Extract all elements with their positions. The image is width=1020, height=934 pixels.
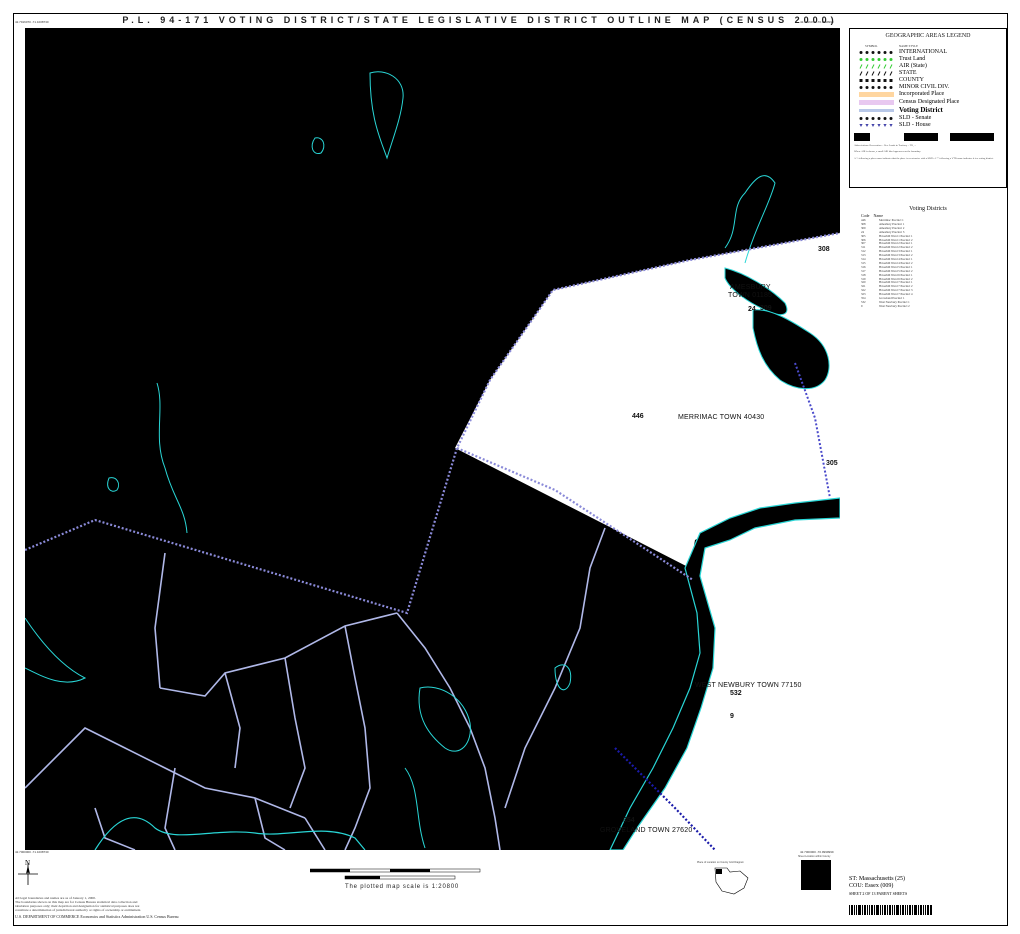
legend-label: Incorporated Place — [899, 91, 945, 97]
vtd-number-354: 354 — [623, 817, 635, 824]
legend-label: SLD - House — [899, 122, 931, 128]
voting-district-code: 532 — [861, 299, 866, 304]
vtd-number-309: 309 — [760, 305, 772, 312]
legend-row: SLD - Senate — [859, 115, 999, 122]
scale-text: The plotted map scale is 1:20800 — [345, 884, 459, 890]
map-canvas[interactable]: AMESBURY TOWN 01185 308 24 309 446 MERRI… — [25, 28, 840, 850]
legend-row: Trust Land — [859, 56, 999, 63]
voting-district-code: 9 — [861, 303, 863, 308]
legend-row: AIR (State) — [859, 63, 999, 70]
vtd-number-9: 9 — [730, 713, 734, 720]
legend-row: INTERNATIONAL — [859, 49, 999, 56]
legend-symbol-icon — [859, 92, 894, 97]
voting-district-row: 9 West Newbury Precinct 2 — [861, 303, 910, 308]
legend-swatch-2 — [904, 133, 938, 141]
legend-label: COUNTY — [899, 77, 924, 83]
county-label: COU: Essex (009) — [849, 883, 894, 889]
corner-coord-top-left: 42.7916070 -71.1008730 — [15, 20, 49, 24]
legend-row: Census Designated Place — [859, 99, 999, 106]
legend-row: MINOR CIVIL DIV. — [859, 84, 999, 91]
geographic-areas-legend: GEOGRAPHIC AREAS LEGEND SYMBOL NAME STYL… — [849, 28, 1007, 188]
legend-symbol-icon — [859, 117, 893, 120]
inset-label: Place of Location on County Grid Diagram — [697, 861, 744, 864]
legend-note-3: A '-' following a place name indicates t… — [854, 157, 994, 160]
label-amesbury-code: TOWN 01185 — [728, 292, 773, 299]
stream-west-1 — [156, 382, 188, 534]
map-drawing — [25, 71, 840, 850]
state-label: ST: Massachusetts (25) — [849, 876, 906, 882]
scale-bar — [310, 868, 481, 880]
inset2-label: Sheet Location within County — [798, 855, 831, 858]
legend-label: Census Designated Place — [899, 99, 960, 105]
legend-symbol-icon — [859, 109, 894, 112]
legend-label: AIR (State) — [899, 63, 927, 69]
voting-district-name: West Newbury Precinct 2 — [879, 303, 910, 308]
legend-swatch-3 — [950, 133, 994, 141]
legend-label: Voting District — [899, 106, 943, 114]
vtd-number-24: 24 — [748, 306, 756, 313]
stream-south-1 — [404, 767, 426, 849]
voting-district-lines — [25, 527, 606, 850]
label-groveland-town: GROVELAND TOWN 27620 — [600, 827, 693, 834]
legend-label: SLD - Senate — [899, 115, 932, 121]
vtd-number-446: 446 — [632, 413, 644, 420]
legend-row: Voting District — [859, 107, 999, 114]
corner-coord-top-right: 42.7916070 -70.9999999 — [800, 20, 834, 24]
legend-label: STATE — [899, 70, 917, 76]
corner-coord-bottom-right: 42.7000000 -70.9999999 — [800, 850, 834, 854]
legend-symbol-icon — [859, 86, 893, 89]
sheet-label: SHEET 2 OF 13 PARENT SHEETS — [849, 891, 908, 896]
label-west-newbury-town: WEST NEWBURY TOWN 77150 — [695, 682, 802, 689]
legend-symbol-icon — [859, 124, 893, 127]
legend-symbol-icon — [859, 71, 893, 76]
legend-symbol-icon — [859, 100, 894, 105]
sheet-location-box — [801, 860, 831, 890]
pond-west-1 — [107, 477, 120, 492]
pond-west-2 — [25, 617, 87, 683]
legend-note-2: Where AIR is shown, a small AIR label ap… — [854, 150, 921, 153]
vtd-number-532: 532 — [730, 690, 742, 697]
legend-row: STATE — [859, 70, 999, 77]
legend-row: COUNTY — [859, 77, 999, 84]
footer-note-4: constitute a determination of jurisdicti… — [15, 908, 142, 912]
legend-label: INTERNATIONAL — [899, 49, 947, 55]
vtd-number-308: 308 — [817, 246, 831, 253]
pond-north-2 — [311, 137, 325, 155]
legend-title: GEOGRAPHIC AREAS LEGEND — [885, 33, 971, 39]
legend-note-1: Abbreviations: Reservation = Res. Lands … — [854, 144, 917, 147]
label-merrimac-town: MERRIMAC TOWN 40430 — [678, 414, 765, 421]
voting-districts-title: Voting Districts — [909, 206, 947, 212]
legend-label: MINOR CIVIL DIV. — [899, 84, 950, 90]
legend-swatch-1 — [854, 133, 870, 141]
legend-row: Incorporated Place — [859, 91, 999, 98]
corner-coord-bottom-left: 42.7000000 -71.1008730 — [15, 850, 49, 854]
legend-symbol-icon — [859, 58, 893, 61]
pond-south-1 — [418, 686, 471, 752]
barcode — [849, 905, 932, 915]
legend-symbol-icon — [859, 79, 893, 82]
legend-col-name: NAME STYLE — [899, 44, 918, 48]
label-amesbury-town: AMESBURY — [730, 284, 771, 291]
legend-row: SLD - House — [859, 122, 999, 129]
legend-symbol-icon — [859, 51, 893, 54]
map-title: P.L. 94-171 VOTING DISTRICT/STATE LEGISL… — [122, 15, 838, 25]
county-inset-icon — [714, 867, 749, 895]
north-arrow-icon — [18, 863, 38, 885]
footer-agency: U.S. DEPARTMENT OF COMMERCE Economics an… — [15, 914, 179, 919]
legend-col-symbol: SYMBOL — [865, 44, 878, 48]
haverhill-river-bend — [94, 817, 366, 850]
legend-symbol-icon — [859, 64, 893, 69]
legend-label: Trust Land — [899, 56, 926, 62]
vtd-number-305: 305 — [825, 460, 839, 467]
pond-north-1 — [369, 71, 404, 160]
